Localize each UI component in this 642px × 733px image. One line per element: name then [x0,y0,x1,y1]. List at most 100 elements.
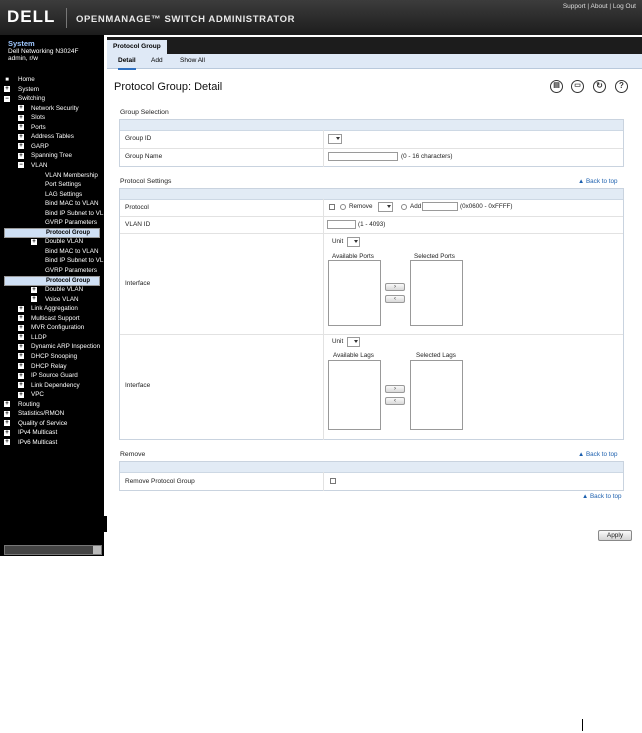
tree-item-bind-mac-to-vlan[interactable]: Bind MAC to VLAN [0,199,104,208]
remove-group-checkbox[interactable] [330,478,336,484]
remove-radio[interactable] [340,204,346,210]
expand-icon[interactable]: + [4,429,10,436]
unit-select[interactable] [347,237,360,247]
tree-item-lag-settings[interactable]: LAG Settings [0,190,104,199]
tree-item-voice-vlan[interactable]: + Voice VLAN [0,295,104,304]
expand-icon[interactable]: + [18,382,24,389]
collapse-icon[interactable]: − [4,95,10,102]
expand-icon[interactable]: + [18,372,24,379]
unit-select-2[interactable] [347,337,360,347]
support-link[interactable]: Support [563,3,586,10]
tree-item-multicast-support[interactable]: + Multicast Support [0,314,104,323]
tree-item-link-aggregation[interactable]: + Link Aggregation [0,304,104,313]
collapse-icon[interactable]: − [18,162,24,169]
tree-item-statistics-rmon[interactable]: + Statistics/RMON [0,409,104,418]
apply-button[interactable]: Apply [598,530,632,541]
expand-icon[interactable]: + [18,363,24,369]
save-icon[interactable]: ▤ [550,80,563,93]
tree-item-gvrp-parameters[interactable]: GVRP Parameters [0,266,104,275]
protocol-checkbox[interactable] [329,204,335,210]
expand-icon[interactable]: + [4,401,10,408]
selected-lags-list[interactable] [410,360,463,430]
remove-lag-button[interactable]: ‹ [385,397,405,405]
subtab-add[interactable]: Add [151,54,163,68]
expand-icon[interactable]: + [18,334,24,341]
expand-icon[interactable]: + [4,410,10,417]
back-to-top-link[interactable]: ▲ Back to top [578,451,618,458]
expand-icon[interactable]: + [18,143,24,150]
home-icon[interactable]: ■ [4,76,10,83]
group-id-select[interactable] [328,134,342,144]
tree-item-gvrp-parameters[interactable]: GVRP Parameters [0,218,104,227]
remove-port-button[interactable]: ‹ [385,295,405,303]
expand-icon[interactable]: + [31,286,37,293]
subtab-detail[interactable]: Detail [118,54,136,70]
tree-item-home[interactable]: ■ Home [0,75,104,84]
expand-icon[interactable]: + [18,353,24,360]
expand-icon[interactable]: + [18,114,24,121]
expand-icon[interactable]: + [18,343,24,350]
tree-item-mvr-configuration[interactable]: + MVR Configuration [0,323,104,332]
tree-item-protocol-group[interactable]: Protocol Group [4,275,100,286]
bottom-back-to-top-link[interactable]: ▲ Back to top [582,493,622,500]
vlan-id-input[interactable] [327,220,356,229]
tree-item-vlan-membership[interactable]: VLAN Membership [0,171,104,180]
tree-item-garp[interactable]: + GARP [0,142,104,151]
expand-icon[interactable]: + [4,439,10,446]
tree-item-switching[interactable]: − Switching [0,94,104,103]
tree-item-address-tables[interactable]: + Address Tables [0,132,104,141]
about-link[interactable]: About [591,3,608,10]
tree-item-quality-of-service[interactable]: + Quality of Service [0,419,104,428]
add-lag-button[interactable]: › [385,385,405,393]
tree-item-bind-ip-subnet-to-vl[interactable]: Bind IP Subnet to VL [0,209,104,218]
tree-item-lldp[interactable]: + LLDP [0,333,104,342]
tree-item-dhcp-relay[interactable]: + DHCP Relay [0,362,104,371]
tree-item-ipv6-multicast[interactable]: + IPv6 Multicast [0,438,104,447]
expand-icon[interactable]: + [18,133,24,140]
tree-item-double-vlan[interactable]: + Double VLAN [0,285,104,294]
tree-item-system[interactable]: + System [0,85,104,94]
available-lags-list[interactable] [328,360,381,430]
tree-item-bind-mac-to-vlan[interactable]: Bind MAC to VLAN [0,247,104,256]
tree-item-vpc[interactable]: + VPC [0,390,104,399]
help-icon[interactable]: ? [615,80,628,93]
tree-item-network-security[interactable]: + Network Security [0,104,104,113]
group-name-input[interactable] [328,152,398,161]
tree-item-routing[interactable]: + Routing [0,400,104,409]
tree-item-link-dependency[interactable]: + Link Dependency [0,381,104,390]
add-radio[interactable] [401,204,407,210]
tree-item-ip-source-guard[interactable]: + IP Source Guard [0,371,104,380]
tree-item-ports[interactable]: + Ports [0,123,104,132]
expand-icon[interactable]: + [18,124,24,131]
expand-icon[interactable]: + [31,238,37,245]
selected-ports-list[interactable] [410,260,463,326]
expand-icon[interactable]: + [18,105,24,112]
tree-item-ipv4-multicast[interactable]: + IPv4 Multicast [0,428,104,437]
print-icon[interactable]: ▭ [571,80,584,93]
tree-item-double-vlan[interactable]: + Double VLAN [0,237,104,246]
tree-item-dhcp-snooping[interactable]: + DHCP Snooping [0,352,104,361]
expand-icon[interactable]: + [18,391,24,398]
expand-icon[interactable]: + [18,315,24,322]
back-to-top-link[interactable]: ▲ Back to top [578,178,618,185]
remove-protocol-select[interactable] [378,202,393,212]
tree-item-slots[interactable]: + Slots [0,113,104,122]
scroll-right-button[interactable] [93,546,101,554]
available-ports-list[interactable] [328,260,381,326]
logout-link[interactable]: Log Out [613,3,636,10]
tree-item-port-settings[interactable]: Port Settings [0,180,104,189]
expand-icon[interactable]: + [18,152,24,159]
add-port-button[interactable]: › [385,283,405,291]
protocol-value-input[interactable] [422,202,458,211]
expand-icon[interactable]: + [18,324,24,331]
tree-item-bind-ip-subnet-to-vl[interactable]: Bind IP Subnet to VL [0,256,104,265]
expand-icon[interactable]: + [4,86,10,93]
tree-item-spanning-tree[interactable]: + Spanning Tree [0,151,104,160]
refresh-icon[interactable]: ↻ [593,80,606,93]
tree-item-vlan[interactable]: − VLAN [0,161,104,170]
tree-item-dynamic-arp-inspection[interactable]: + Dynamic ARP Inspection [0,342,104,351]
tab-protocol-group[interactable]: Protocol Group [107,40,167,54]
subtab-show-all[interactable]: Show All [180,54,205,68]
expand-icon[interactable]: + [31,296,37,303]
sidebar-scrollbar[interactable] [4,545,102,555]
